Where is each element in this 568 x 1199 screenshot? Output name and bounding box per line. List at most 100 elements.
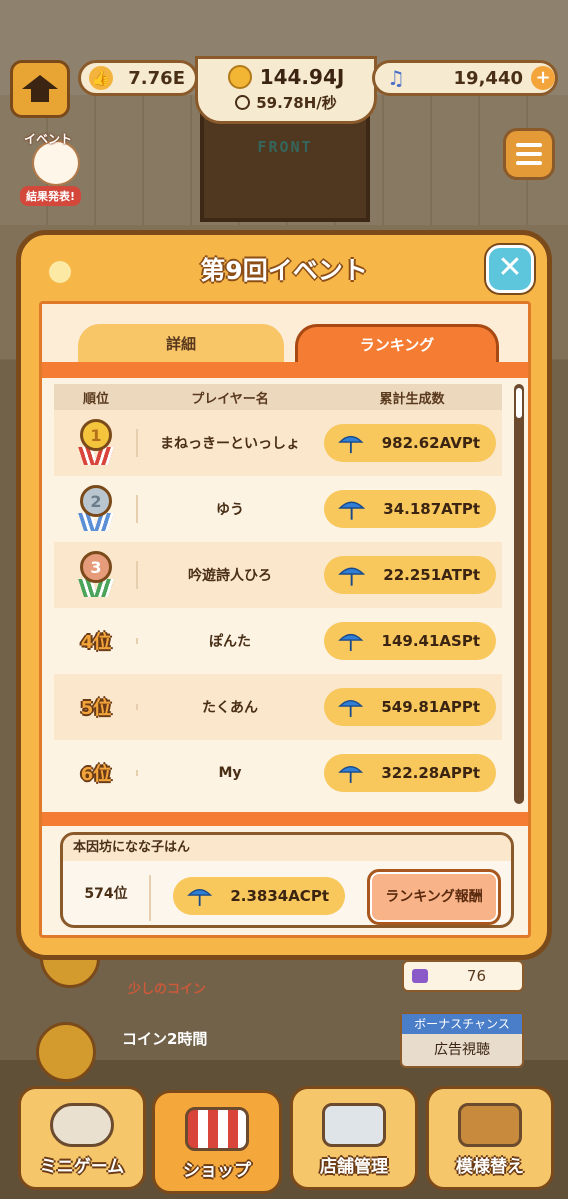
tab-underline: [42, 362, 528, 378]
player-name: My: [218, 765, 242, 781]
score-unit: Pt: [461, 632, 480, 650]
score-unit: Pt: [461, 698, 480, 716]
table-row[interactable]: 3 吟遊詩人ひろ 22.251AT Pt: [54, 542, 502, 608]
my-score-pill: 2.3834AC Pt: [173, 877, 345, 915]
ranking-list[interactable]: 順位 プレイヤー名 累計生成数 1 まねっきーといっしょ 982.62AV Pt: [54, 384, 502, 812]
score-value: 34.187AT: [383, 500, 462, 518]
score-unit: Pt: [461, 500, 480, 518]
bonus-chance-panel[interactable]: ボーナスチャンス 広告視聴: [400, 1012, 524, 1068]
gamepad-icon: [50, 1103, 114, 1147]
my-score-unit: Pt: [310, 887, 329, 905]
item-small-coin-label: 少しのコイン: [128, 982, 207, 997]
player-name: たくあん: [202, 700, 258, 716]
ranking-reward-button[interactable]: ランキング報酬: [367, 869, 501, 925]
umbrella-icon: [338, 501, 366, 520]
nav-store-label: 店舗管理: [320, 1157, 388, 1177]
score-unit: Pt: [461, 566, 480, 584]
home-icon: [22, 75, 58, 103]
menu-button[interactable]: [503, 128, 555, 180]
shelf-icon: [458, 1103, 522, 1147]
score-value: 549.81AP: [381, 698, 462, 716]
umbrella-icon: [338, 765, 364, 783]
event-badge-result: 結果発表!: [20, 186, 82, 206]
event-badge-title: イベント: [24, 132, 73, 146]
nav-shop-label: ショップ: [183, 1161, 251, 1181]
watch-ad-label: 広告視聴: [434, 1042, 490, 1058]
coin-item-icon-2: [36, 1022, 96, 1082]
table-row[interactable]: 5位 たくあん 549.81AP Pt: [54, 674, 502, 740]
umbrella-icon: [338, 567, 366, 586]
score-pill: 322.28AP Pt: [324, 754, 496, 792]
score-pill: 22.251AT Pt: [324, 556, 496, 594]
tab-ranking[interactable]: ランキング: [295, 324, 499, 364]
scrollbar-thumb[interactable]: [516, 388, 522, 418]
nav-minigame-label: ミニゲーム: [39, 1157, 125, 1177]
score-pill: 982.62AV Pt: [324, 424, 496, 462]
score-value: 982.62AV: [381, 434, 462, 452]
score-unit: Pt: [461, 764, 480, 782]
my-ranking-box: 本因坊になな子はん 574位 2.3834AC Pt ランキング報酬: [60, 832, 514, 928]
event-badge[interactable]: イベント 結果発表!: [10, 130, 100, 208]
my-score-value: 2.3834AC: [230, 887, 311, 905]
event-modal: 第9回イベント ✕ 詳細 ランキング 順位 プレイヤー名 累計生成数 1 まねっ…: [16, 230, 552, 960]
my-player-name: 本因坊になな子はん: [63, 835, 511, 861]
ranking-header: 順位 プレイヤー名 累計生成数: [54, 384, 502, 410]
item-coin-2h-label: コイン2時間: [122, 1030, 208, 1048]
side-count-value: 76: [466, 967, 486, 985]
thumbs-up-icon: 👍: [89, 66, 113, 90]
col-total: 累計生成数: [379, 391, 445, 407]
rank-label: 6位: [80, 764, 112, 785]
score-value: 22.251AT: [383, 566, 462, 584]
close-button[interactable]: ✕: [486, 245, 534, 293]
list-bottom-bar: [42, 812, 528, 826]
score-value: 149.41AS: [381, 632, 462, 650]
modal-panel: 詳細 ランキング 順位 プレイヤー名 累計生成数 1 まねっきーといっしょ 98…: [39, 301, 531, 938]
gems-counter: ♫ 19,440 +: [372, 60, 558, 96]
table-row[interactable]: 4位 ぽんた 149.41AS Pt: [54, 608, 502, 674]
player-name: まねっきーといっしょ: [160, 436, 300, 452]
hamburger-icon: [516, 143, 542, 147]
bonus-title: ボーナスチャンス: [402, 1014, 522, 1034]
umbrella-icon: [338, 435, 364, 454]
nav-store-management[interactable]: 店舗管理: [290, 1086, 418, 1190]
rank-label: 5位: [80, 698, 112, 719]
nav-remodel[interactable]: 模様替え: [426, 1086, 554, 1190]
nav-remodel-label: 模様替え: [456, 1157, 524, 1177]
nav-shop[interactable]: ショップ: [152, 1090, 282, 1194]
silver-medal-icon: 2: [75, 485, 117, 533]
score-pill: 149.41AS Pt: [324, 622, 496, 660]
my-rank: 574位: [84, 886, 128, 902]
score-value: 322.28AP: [381, 764, 462, 782]
bronze-medal-icon: 3: [75, 551, 117, 599]
player-name: ゆう: [216, 502, 244, 518]
likes-counter: 👍 7.76E: [78, 60, 198, 96]
col-player-name: プレイヤー名: [191, 391, 269, 407]
money-counter: 144.94J 59.78H/秒: [195, 56, 377, 124]
add-gems-button[interactable]: +: [531, 66, 555, 90]
table-row[interactable]: 6位 My 322.28AP Pt: [54, 740, 502, 806]
table-row[interactable]: 1 まねっきーといっしょ 982.62AV Pt: [54, 410, 502, 476]
home-button[interactable]: [10, 60, 70, 118]
tab-details[interactable]: 詳細: [78, 324, 284, 364]
rank-label: 4位: [80, 632, 112, 653]
ranking-scrollbar[interactable]: [514, 384, 524, 804]
player-name: 吟遊詩人ひろ: [188, 568, 272, 584]
modal-title: 第9回イベント: [200, 256, 368, 285]
umbrella-icon: [338, 633, 364, 652]
side-count-card: 76: [402, 960, 524, 992]
likes-value: 7.76E: [128, 67, 185, 89]
shop-icon: [185, 1107, 249, 1151]
coin-icon: [227, 65, 252, 89]
umbrella-icon: [338, 699, 364, 717]
player-name: ぽんた: [209, 634, 251, 650]
gems-value: 19,440: [453, 67, 523, 89]
register-icon: [322, 1103, 386, 1147]
nav-minigame[interactable]: ミニゲーム: [18, 1086, 146, 1190]
money-rate: 59.78H/秒: [256, 94, 337, 112]
score-unit: Pt: [461, 434, 480, 452]
umbrella-icon: [187, 888, 213, 906]
table-row[interactable]: 2 ゆう 34.187AT Pt: [54, 476, 502, 542]
music-note-icon: ♫: [387, 66, 405, 90]
ticket-icon: [412, 969, 428, 983]
score-pill: 34.187AT Pt: [324, 490, 496, 528]
